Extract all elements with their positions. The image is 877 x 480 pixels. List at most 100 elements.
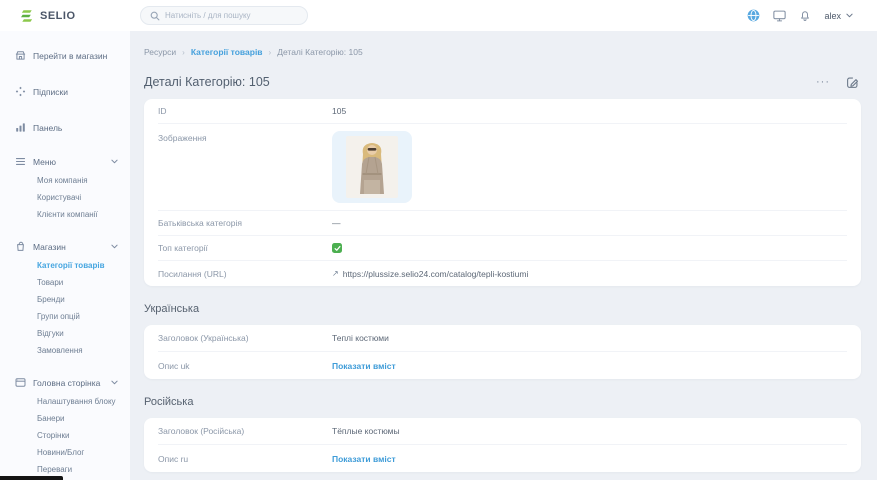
logo-text: SELIO bbox=[40, 10, 76, 22]
sidebar-group-homepage: Головна сторінка Налаштування блоку Бане… bbox=[0, 372, 130, 478]
detail-row-title-ru: Заголовок (Російська) Тёплые костюмы bbox=[158, 418, 847, 445]
chevron-down-icon bbox=[111, 159, 118, 164]
list-lines-icon bbox=[15, 156, 26, 167]
sidebar-item-products[interactable]: Товари bbox=[0, 274, 130, 291]
sidebar-item-label: Панель bbox=[33, 123, 62, 133]
search-icon bbox=[150, 11, 160, 21]
app-window: SELIO bbox=[0, 0, 877, 480]
row-label: Зображення bbox=[158, 131, 332, 143]
row-label: Батьківська категорія bbox=[158, 218, 332, 228]
detail-row-parent-category: Батьківська категорія — bbox=[158, 211, 847, 236]
sidebar-item-go-to-store[interactable]: Перейти в магазин bbox=[0, 45, 130, 66]
row-label: Топ категорії bbox=[158, 243, 332, 253]
show-content-link[interactable]: Показати вміст bbox=[332, 454, 396, 464]
header-actions: alex bbox=[747, 9, 877, 22]
sidebar-item-brands[interactable]: Бренди bbox=[0, 291, 130, 308]
breadcrumb-product-categories[interactable]: Категорії товарів bbox=[191, 47, 263, 57]
row-value: Теплі костюми bbox=[332, 333, 389, 343]
sidebar-item-company-clients[interactable]: Клієнти компанії bbox=[0, 206, 130, 223]
detail-row-top-category: Топ категорії bbox=[158, 236, 847, 261]
chevron-down-icon bbox=[111, 244, 118, 249]
row-label: Посилання (URL) bbox=[158, 269, 332, 279]
username: alex bbox=[824, 11, 841, 21]
sidebar: Перейти в магазин Підписки Панель bbox=[0, 31, 130, 480]
edit-icon[interactable] bbox=[846, 76, 859, 89]
section-title-ukrainian: Українська bbox=[144, 303, 861, 315]
sidebar-item-option-groups[interactable]: Групи опцій bbox=[0, 308, 130, 325]
breadcrumb-separator: › bbox=[182, 48, 185, 57]
bar-chart-icon bbox=[15, 122, 26, 133]
selio-logo-icon bbox=[20, 9, 34, 23]
detail-row-description-ru: Опис ru Показати вміст bbox=[158, 445, 847, 472]
row-value: 105 bbox=[332, 106, 346, 116]
russian-card: Заголовок (Російська) Тёплые костюмы Опи… bbox=[144, 418, 861, 472]
section-title-russian: Російська bbox=[144, 396, 861, 408]
sidebar-group-menu: Меню Моя компанія Користувачі Клієнти ко… bbox=[0, 151, 130, 223]
sidebar-group-shop: Магазин Категорії товарів Товари Бренди … bbox=[0, 236, 130, 359]
sidebar-item-label: Підписки bbox=[33, 87, 68, 97]
user-menu[interactable]: alex bbox=[824, 11, 853, 21]
sidebar-item-dashboard[interactable]: Панель bbox=[0, 117, 130, 138]
category-photo bbox=[346, 136, 398, 198]
top-header: SELIO bbox=[0, 0, 877, 31]
sidebar-item-banners[interactable]: Банери bbox=[0, 410, 130, 427]
bottom-bar bbox=[0, 476, 63, 480]
sidebar-group-label: Меню bbox=[33, 157, 56, 167]
row-value: Тёплые костюмы bbox=[332, 426, 400, 436]
page-actions: ··· bbox=[816, 76, 859, 89]
sidebar-group-menu-header[interactable]: Меню bbox=[0, 151, 130, 172]
chevron-down-icon bbox=[846, 13, 853, 18]
detail-row-description-uk: Опис uk Показати вміст bbox=[158, 352, 847, 379]
page-header: Деталі Категорію: 105 ··· bbox=[144, 75, 861, 89]
search-input[interactable] bbox=[165, 11, 298, 20]
sidebar-group-label: Магазин bbox=[33, 242, 66, 252]
logo[interactable]: SELIO bbox=[0, 9, 130, 23]
ukrainian-card: Заголовок (Українська) Теплі костюми Опи… bbox=[144, 325, 861, 379]
search-bar[interactable] bbox=[140, 6, 308, 25]
main-content: Ресурси › Категорії товарів › Деталі Кат… bbox=[130, 31, 877, 480]
url-text: https://plussize.selio24.com/catalog/tep… bbox=[343, 269, 529, 279]
row-label: Опис uk bbox=[158, 361, 332, 371]
more-actions-button[interactable]: ··· bbox=[816, 79, 830, 85]
sidebar-group-shop-header[interactable]: Магазин bbox=[0, 236, 130, 257]
breadcrumb-current: Деталі Категорію: 105 bbox=[277, 47, 363, 57]
shopping-bag-icon bbox=[15, 241, 26, 252]
monitor-icon[interactable] bbox=[773, 10, 786, 22]
bell-icon[interactable] bbox=[799, 10, 811, 22]
browser-window-icon bbox=[15, 377, 26, 388]
sidebar-item-label: Перейти в магазин bbox=[33, 51, 107, 61]
sidebar-item-users[interactable]: Користувачі bbox=[0, 189, 130, 206]
detail-row-url: Посилання (URL) ↗ https://plussize.selio… bbox=[158, 261, 847, 286]
row-label: ID bbox=[158, 106, 332, 116]
detail-row-title-uk: Заголовок (Українська) Теплі костюми bbox=[158, 325, 847, 352]
top-category-checkbox[interactable] bbox=[332, 243, 342, 253]
globe-icon[interactable] bbox=[747, 9, 760, 22]
sidebar-group-homepage-header[interactable]: Головна сторінка bbox=[0, 372, 130, 393]
category-image-thumbnail[interactable] bbox=[332, 131, 412, 203]
sidebar-item-my-company[interactable]: Моя компанія bbox=[0, 172, 130, 189]
detail-row-id: ID 105 bbox=[158, 99, 847, 124]
category-url-link[interactable]: ↗ https://plussize.selio24.com/catalog/t… bbox=[332, 269, 528, 279]
row-label: Заголовок (Російська) bbox=[158, 426, 332, 436]
breadcrumb: Ресурси › Категорії товарів › Деталі Кат… bbox=[144, 47, 861, 57]
show-content-link[interactable]: Показати вміст bbox=[332, 361, 396, 371]
detail-row-image: Зображення bbox=[158, 124, 847, 211]
breadcrumb-resources[interactable]: Ресурси bbox=[144, 47, 176, 57]
sidebar-item-reviews[interactable]: Відгуки bbox=[0, 325, 130, 342]
sidebar-item-pages[interactable]: Сторінки bbox=[0, 427, 130, 444]
sidebar-item-subscriptions[interactable]: Підписки bbox=[0, 81, 130, 102]
page-title: Деталі Категорію: 105 bbox=[144, 75, 270, 89]
details-card: ID 105 Зображення bbox=[144, 99, 861, 286]
sidebar-item-orders[interactable]: Замовлення bbox=[0, 342, 130, 359]
chevron-down-icon bbox=[111, 380, 118, 385]
sidebar-item-news-blog[interactable]: Новини/Блог bbox=[0, 444, 130, 461]
sidebar-item-block-settings[interactable]: Налаштування блоку bbox=[0, 393, 130, 410]
external-link-icon: ↗ bbox=[332, 269, 339, 278]
sidebar-item-product-categories[interactable]: Категорії товарів bbox=[0, 257, 130, 274]
row-label: Заголовок (Українська) bbox=[158, 333, 332, 343]
sparkle-nodes-icon bbox=[15, 86, 26, 97]
sidebar-group-label: Головна сторінка bbox=[33, 378, 100, 388]
breadcrumb-separator: › bbox=[269, 48, 272, 57]
row-label: Опис ru bbox=[158, 454, 332, 464]
storefront-icon bbox=[15, 50, 26, 61]
